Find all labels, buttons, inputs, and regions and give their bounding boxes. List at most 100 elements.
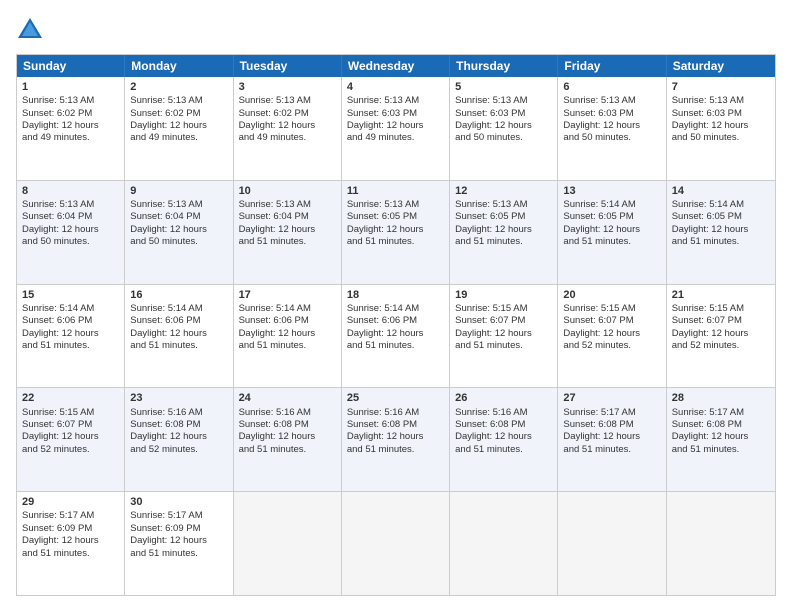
weekday-header: Wednesday: [342, 55, 450, 77]
day-number: 8: [22, 184, 119, 198]
day-content: Sunrise: 5:17 AMSunset: 6:09 PMDaylight:…: [22, 510, 119, 559]
logo: [16, 16, 48, 44]
day-content: Sunrise: 5:13 AMSunset: 6:04 PMDaylight:…: [130, 199, 227, 248]
calendar-day-cell: 6Sunrise: 5:13 AMSunset: 6:03 PMDaylight…: [558, 77, 666, 180]
calendar-day-cell: 14Sunrise: 5:14 AMSunset: 6:05 PMDayligh…: [667, 181, 775, 284]
weekday-header: Friday: [558, 55, 666, 77]
calendar-empty-cell: [234, 492, 342, 595]
day-content: Sunrise: 5:13 AMSunset: 6:03 PMDaylight:…: [347, 95, 444, 144]
calendar-day-cell: 10Sunrise: 5:13 AMSunset: 6:04 PMDayligh…: [234, 181, 342, 284]
calendar-empty-cell: [342, 492, 450, 595]
day-content: Sunrise: 5:13 AMSunset: 6:03 PMDaylight:…: [455, 95, 552, 144]
calendar-day-cell: 19Sunrise: 5:15 AMSunset: 6:07 PMDayligh…: [450, 285, 558, 388]
day-content: Sunrise: 5:14 AMSunset: 6:06 PMDaylight:…: [239, 303, 336, 352]
page: SundayMondayTuesdayWednesdayThursdayFrid…: [0, 0, 792, 612]
day-number: 3: [239, 80, 336, 94]
day-number: 22: [22, 391, 119, 405]
calendar-day-cell: 8Sunrise: 5:13 AMSunset: 6:04 PMDaylight…: [17, 181, 125, 284]
day-content: Sunrise: 5:13 AMSunset: 6:03 PMDaylight:…: [672, 95, 770, 144]
day-content: Sunrise: 5:17 AMSunset: 6:08 PMDaylight:…: [563, 407, 660, 456]
weekday-header: Sunday: [17, 55, 125, 77]
day-number: 18: [347, 288, 444, 302]
calendar-day-cell: 1Sunrise: 5:13 AMSunset: 6:02 PMDaylight…: [17, 77, 125, 180]
day-content: Sunrise: 5:15 AMSunset: 6:07 PMDaylight:…: [672, 303, 770, 352]
day-number: 15: [22, 288, 119, 302]
day-number: 4: [347, 80, 444, 94]
calendar-row: 1Sunrise: 5:13 AMSunset: 6:02 PMDaylight…: [17, 77, 775, 180]
calendar-day-cell: 26 Sunrise: 5:16 AMSunset: 6:08 PMDayligh…: [450, 388, 558, 491]
calendar-day-cell: 21Sunrise: 5:15 AMSunset: 6:07 PMDayligh…: [667, 285, 775, 388]
calendar-empty-cell: [558, 492, 666, 595]
calendar-day-cell: 17Sunrise: 5:14 AMSunset: 6:06 PMDayligh…: [234, 285, 342, 388]
day-number: 14: [672, 184, 770, 198]
calendar-day-cell: 16Sunrise: 5:14 AMSunset: 6:06 PMDayligh…: [125, 285, 233, 388]
day-content: Sunrise: 5:13 AMSunset: 6:02 PMDaylight:…: [130, 95, 227, 144]
day-content: Sunrise: 5:14 AMSunset: 6:05 PMDaylight:…: [563, 199, 660, 248]
day-content: Sunrise: 5:16 AMSunset: 6:08 PMDaylight:…: [455, 407, 552, 456]
day-number: 28: [672, 391, 770, 405]
day-content: Sunrise: 5:15 AMSunset: 6:07 PMDaylight:…: [455, 303, 552, 352]
day-content: Sunrise: 5:13 AMSunset: 6:05 PMDaylight:…: [455, 199, 552, 248]
day-number: 13: [563, 184, 660, 198]
day-content: Sunrise: 5:17 AMSunset: 6:09 PMDaylight:…: [130, 510, 227, 559]
weekday-header: Tuesday: [234, 55, 342, 77]
day-number: 24: [239, 391, 336, 405]
day-number: 25: [347, 391, 444, 405]
header: [16, 16, 776, 44]
day-number: 23: [130, 391, 227, 405]
day-number: 29: [22, 495, 119, 509]
calendar-day-cell: 20Sunrise: 5:15 AMSunset: 6:07 PMDayligh…: [558, 285, 666, 388]
day-content: Sunrise: 5:13 AMSunset: 6:05 PMDaylight:…: [347, 199, 444, 248]
calendar-day-cell: 29Sunrise: 5:17 AMSunset: 6:09 PMDayligh…: [17, 492, 125, 595]
day-number: 2: [130, 80, 227, 94]
calendar-day-cell: 13Sunrise: 5:14 AMSunset: 6:05 PMDayligh…: [558, 181, 666, 284]
day-content: Sunrise: 5:14 AMSunset: 6:06 PMDaylight:…: [22, 303, 119, 352]
calendar-day-cell: 9Sunrise: 5:13 AMSunset: 6:04 PMDaylight…: [125, 181, 233, 284]
calendar-header: SundayMondayTuesdayWednesdayThursdayFrid…: [17, 55, 775, 77]
calendar-day-cell: 11Sunrise: 5:13 AMSunset: 6:05 PMDayligh…: [342, 181, 450, 284]
day-number: 26: [455, 391, 552, 405]
day-content: Sunrise: 5:14 AMSunset: 6:06 PMDaylight:…: [347, 303, 444, 352]
day-content: Sunrise: 5:13 AMSunset: 6:04 PMDaylight:…: [22, 199, 119, 248]
day-content: Sunrise: 5:13 AMSunset: 6:02 PMDaylight:…: [22, 95, 119, 144]
day-number: 1: [22, 80, 119, 94]
calendar-day-cell: 3Sunrise: 5:13 AMSunset: 6:02 PMDaylight…: [234, 77, 342, 180]
calendar-row: 15Sunrise: 5:14 AMSunset: 6:06 PMDayligh…: [17, 284, 775, 388]
calendar-day-cell: 18Sunrise: 5:14 AMSunset: 6:06 PMDayligh…: [342, 285, 450, 388]
calendar-row: 8Sunrise: 5:13 AMSunset: 6:04 PMDaylight…: [17, 180, 775, 284]
calendar-day-cell: 7Sunrise: 5:13 AMSunset: 6:03 PMDaylight…: [667, 77, 775, 180]
weekday-header: Thursday: [450, 55, 558, 77]
calendar-day-cell: 25 Sunrise: 5:16 AMSunset: 6:08 PMDayligh…: [342, 388, 450, 491]
weekday-header: Saturday: [667, 55, 775, 77]
day-number: 20: [563, 288, 660, 302]
logo-icon: [16, 16, 44, 44]
day-number: 5: [455, 80, 552, 94]
day-number: 12: [455, 184, 552, 198]
day-content: Sunrise: 5:16 AMSunset: 6:08 PMDaylight:…: [347, 407, 444, 456]
day-number: 9: [130, 184, 227, 198]
calendar-day-cell: 15Sunrise: 5:14 AMSunset: 6:06 PMDayligh…: [17, 285, 125, 388]
calendar-empty-cell: [450, 492, 558, 595]
calendar-day-cell: 23Sunrise: 5:16 AMSunset: 6:08 PMDayligh…: [125, 388, 233, 491]
weekday-header: Monday: [125, 55, 233, 77]
day-content: Sunrise: 5:13 AMSunset: 6:02 PMDaylight:…: [239, 95, 336, 144]
calendar-day-cell: 30Sunrise: 5:17 AMSunset: 6:09 PMDayligh…: [125, 492, 233, 595]
calendar-day-cell: 27 Sunrise: 5:17 AMSunset: 6:08 PMDayligh…: [558, 388, 666, 491]
day-number: 7: [672, 80, 770, 94]
calendar-day-cell: 28Sunrise: 5:17 AMSunset: 6:08 PMDayligh…: [667, 388, 775, 491]
day-number: 6: [563, 80, 660, 94]
day-number: 21: [672, 288, 770, 302]
calendar-day-cell: 22 Sunrise: 5:15 AMSunset: 6:07 PMDayligh…: [17, 388, 125, 491]
day-number: 17: [239, 288, 336, 302]
calendar-row: 22 Sunrise: 5:15 AMSunset: 6:07 PMDayligh…: [17, 387, 775, 491]
day-content: Sunrise: 5:13 AMSunset: 6:04 PMDaylight:…: [239, 199, 336, 248]
day-number: 16: [130, 288, 227, 302]
calendar-row: 29Sunrise: 5:17 AMSunset: 6:09 PMDayligh…: [17, 491, 775, 595]
day-number: 19: [455, 288, 552, 302]
calendar-body: 1Sunrise: 5:13 AMSunset: 6:02 PMDaylight…: [17, 77, 775, 595]
calendar-day-cell: 12Sunrise: 5:13 AMSunset: 6:05 PMDayligh…: [450, 181, 558, 284]
calendar-day-cell: 24Sunrise: 5:16 AMSunset: 6:08 PMDayligh…: [234, 388, 342, 491]
calendar-day-cell: 5Sunrise: 5:13 AMSunset: 6:03 PMDaylight…: [450, 77, 558, 180]
day-content: Sunrise: 5:15 AMSunset: 6:07 PMDaylight:…: [22, 407, 119, 456]
day-number: 27: [563, 391, 660, 405]
